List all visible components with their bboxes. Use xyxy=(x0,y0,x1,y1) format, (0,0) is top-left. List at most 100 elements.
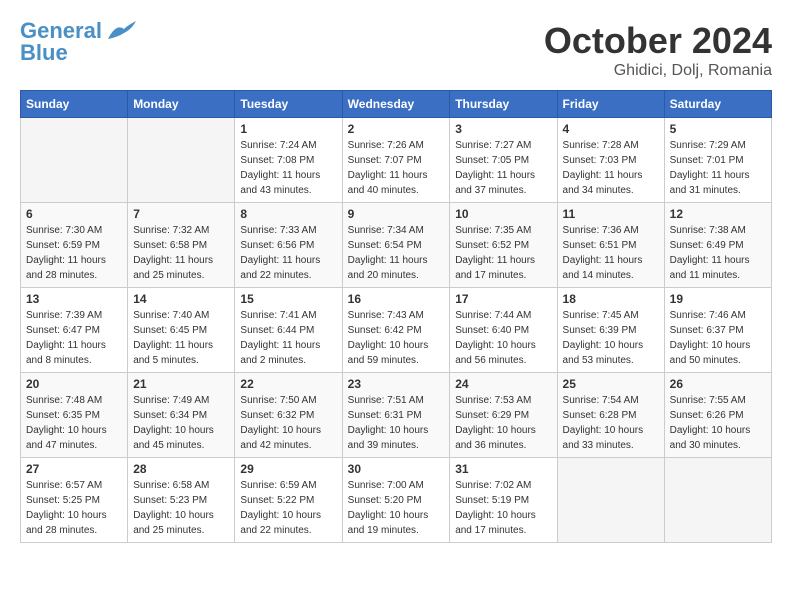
day-number: 9 xyxy=(348,207,445,221)
logo: General Blue xyxy=(20,20,136,64)
day-number: 26 xyxy=(670,377,766,391)
day-info: Sunrise: 7:51 AM Sunset: 6:31 PM Dayligh… xyxy=(348,393,445,453)
day-info: Sunrise: 7:53 AM Sunset: 6:29 PM Dayligh… xyxy=(455,393,551,453)
day-info: Sunrise: 7:46 AM Sunset: 6:37 PM Dayligh… xyxy=(670,308,766,368)
calendar-cell: 19Sunrise: 7:46 AM Sunset: 6:37 PM Dayli… xyxy=(664,288,771,373)
day-info: Sunrise: 6:59 AM Sunset: 5:22 PM Dayligh… xyxy=(240,478,336,538)
day-number: 14 xyxy=(133,292,229,306)
day-number: 6 xyxy=(26,207,122,221)
calendar-cell: 8 Sunrise: 7:33 AM Sunset: 6:56 PM Daylig… xyxy=(235,203,342,288)
logo-text: General Blue xyxy=(20,20,102,64)
calendar-cell: 26 Sunrise: 7:55 AM Sunset: 6:26 PM Dayli… xyxy=(664,373,771,458)
calendar-cell: 27 Sunrise: 6:57 AM Sunset: 5:25 PM Dayli… xyxy=(21,458,128,543)
day-number: 10 xyxy=(455,207,551,221)
day-number: 4 xyxy=(563,122,659,136)
day-number: 27 xyxy=(26,462,122,476)
calendar-cell: 28 Sunrise: 6:58 AM Sunset: 5:23 PM Dayli… xyxy=(128,458,235,543)
day-info: Sunrise: 6:58 AM Sunset: 5:23 PM Dayligh… xyxy=(133,478,229,538)
weekday-header-wednesday: Wednesday xyxy=(342,91,450,118)
day-number: 25 xyxy=(563,377,659,391)
day-info: Sunrise: 7:30 AM Sunset: 6:59 PM Dayligh… xyxy=(26,223,122,283)
day-number: 20 xyxy=(26,377,122,391)
calendar-cell: 12 Sunrise: 7:38 AM Sunset: 6:49 PM Dayli… xyxy=(664,203,771,288)
day-number: 18 xyxy=(563,292,659,306)
day-info: Sunrise: 7:50 AM Sunset: 6:32 PM Dayligh… xyxy=(240,393,336,453)
day-number: 12 xyxy=(670,207,766,221)
calendar-cell: 15Sunrise: 7:41 AM Sunset: 6:44 PM Dayli… xyxy=(235,288,342,373)
day-info: Sunrise: 7:35 AM Sunset: 6:52 PM Dayligh… xyxy=(455,223,551,283)
calendar-cell: 11 Sunrise: 7:36 AM Sunset: 6:51 PM Dayli… xyxy=(557,203,664,288)
day-info: Sunrise: 7:39 AM Sunset: 6:47 PM Dayligh… xyxy=(26,308,122,368)
weekday-header-row: SundayMondayTuesdayWednesdayThursdayFrid… xyxy=(21,91,772,118)
day-number: 16 xyxy=(348,292,445,306)
calendar-cell: 29 Sunrise: 6:59 AM Sunset: 5:22 PM Dayli… xyxy=(235,458,342,543)
day-number: 28 xyxy=(133,462,229,476)
day-info: Sunrise: 7:48 AM Sunset: 6:35 PM Dayligh… xyxy=(26,393,122,453)
day-number: 23 xyxy=(348,377,445,391)
calendar-cell: 9 Sunrise: 7:34 AM Sunset: 6:54 PM Daylig… xyxy=(342,203,450,288)
month-title: October 2024 xyxy=(544,20,772,62)
weekday-header-thursday: Thursday xyxy=(450,91,557,118)
week-row-5: 27 Sunrise: 6:57 AM Sunset: 5:25 PM Dayli… xyxy=(21,458,772,543)
day-info: Sunrise: 7:32 AM Sunset: 6:58 PM Dayligh… xyxy=(133,223,229,283)
calendar-cell: 4 Sunrise: 7:28 AM Sunset: 7:03 PM Daylig… xyxy=(557,118,664,203)
weekday-header-friday: Friday xyxy=(557,91,664,118)
day-info: Sunrise: 7:44 AM Sunset: 6:40 PM Dayligh… xyxy=(455,308,551,368)
calendar-cell xyxy=(664,458,771,543)
day-info: Sunrise: 7:36 AM Sunset: 6:51 PM Dayligh… xyxy=(563,223,659,283)
day-info: Sunrise: 6:57 AM Sunset: 5:25 PM Dayligh… xyxy=(26,478,122,538)
day-number: 11 xyxy=(563,207,659,221)
weekday-header-tuesday: Tuesday xyxy=(235,91,342,118)
day-number: 2 xyxy=(348,122,445,136)
day-number: 24 xyxy=(455,377,551,391)
day-number: 3 xyxy=(455,122,551,136)
day-info: Sunrise: 7:38 AM Sunset: 6:49 PM Dayligh… xyxy=(670,223,766,283)
calendar-cell xyxy=(21,118,128,203)
calendar-cell: 7 Sunrise: 7:32 AM Sunset: 6:58 PM Daylig… xyxy=(128,203,235,288)
day-info: Sunrise: 7:34 AM Sunset: 6:54 PM Dayligh… xyxy=(348,223,445,283)
weekday-header-sunday: Sunday xyxy=(21,91,128,118)
weekday-header-saturday: Saturday xyxy=(664,91,771,118)
day-number: 1 xyxy=(240,122,336,136)
calendar-cell: 23 Sunrise: 7:51 AM Sunset: 6:31 PM Dayli… xyxy=(342,373,450,458)
day-number: 21 xyxy=(133,377,229,391)
week-row-2: 6 Sunrise: 7:30 AM Sunset: 6:59 PM Daylig… xyxy=(21,203,772,288)
calendar-cell: 30 Sunrise: 7:00 AM Sunset: 5:20 PM Dayli… xyxy=(342,458,450,543)
day-info: Sunrise: 7:45 AM Sunset: 6:39 PM Dayligh… xyxy=(563,308,659,368)
day-info: Sunrise: 7:55 AM Sunset: 6:26 PM Dayligh… xyxy=(670,393,766,453)
calendar-cell: 1 Sunrise: 7:24 AM Sunset: 7:08 PM Daylig… xyxy=(235,118,342,203)
day-info: Sunrise: 7:43 AM Sunset: 6:42 PM Dayligh… xyxy=(348,308,445,368)
calendar-cell: 6 Sunrise: 7:30 AM Sunset: 6:59 PM Daylig… xyxy=(21,203,128,288)
week-row-3: 13 Sunrise: 7:39 AM Sunset: 6:47 PM Dayli… xyxy=(21,288,772,373)
calendar-cell: 14Sunrise: 7:40 AM Sunset: 6:45 PM Dayli… xyxy=(128,288,235,373)
calendar-cell: 22 Sunrise: 7:50 AM Sunset: 6:32 PM Dayli… xyxy=(235,373,342,458)
day-number: 31 xyxy=(455,462,551,476)
weekday-header-monday: Monday xyxy=(128,91,235,118)
day-info: Sunrise: 7:28 AM Sunset: 7:03 PM Dayligh… xyxy=(563,138,659,198)
day-number: 22 xyxy=(240,377,336,391)
calendar-cell xyxy=(128,118,235,203)
day-info: Sunrise: 7:24 AM Sunset: 7:08 PM Dayligh… xyxy=(240,138,336,198)
calendar-cell: 16 Sunrise: 7:43 AM Sunset: 6:42 PM Dayli… xyxy=(342,288,450,373)
day-number: 5 xyxy=(670,122,766,136)
calendar-cell: 24 Sunrise: 7:53 AM Sunset: 6:29 PM Dayli… xyxy=(450,373,557,458)
day-number: 7 xyxy=(133,207,229,221)
day-info: Sunrise: 7:02 AM Sunset: 5:19 PM Dayligh… xyxy=(455,478,551,538)
location-subtitle: Ghidici, Dolj, Romania xyxy=(544,62,772,80)
day-number: 8 xyxy=(240,207,336,221)
calendar-cell: 5 Sunrise: 7:29 AM Sunset: 7:01 PM Daylig… xyxy=(664,118,771,203)
day-number: 30 xyxy=(348,462,445,476)
calendar-table: SundayMondayTuesdayWednesdayThursdayFrid… xyxy=(20,90,772,543)
day-info: Sunrise: 7:54 AM Sunset: 6:28 PM Dayligh… xyxy=(563,393,659,453)
day-info: Sunrise: 7:29 AM Sunset: 7:01 PM Dayligh… xyxy=(670,138,766,198)
calendar-cell: 25 Sunrise: 7:54 AM Sunset: 6:28 PM Dayli… xyxy=(557,373,664,458)
calendar-cell: 3Sunrise: 7:27 AM Sunset: 7:05 PM Daylig… xyxy=(450,118,557,203)
day-info: Sunrise: 7:00 AM Sunset: 5:20 PM Dayligh… xyxy=(348,478,445,538)
day-info: Sunrise: 7:41 AM Sunset: 6:44 PM Dayligh… xyxy=(240,308,336,368)
title-area: October 2024 Ghidici, Dolj, Romania xyxy=(544,20,772,80)
day-number: 13 xyxy=(26,292,122,306)
day-number: 29 xyxy=(240,462,336,476)
calendar-cell xyxy=(557,458,664,543)
calendar-cell: 20 Sunrise: 7:48 AM Sunset: 6:35 PM Dayli… xyxy=(21,373,128,458)
day-info: Sunrise: 7:33 AM Sunset: 6:56 PM Dayligh… xyxy=(240,223,336,283)
